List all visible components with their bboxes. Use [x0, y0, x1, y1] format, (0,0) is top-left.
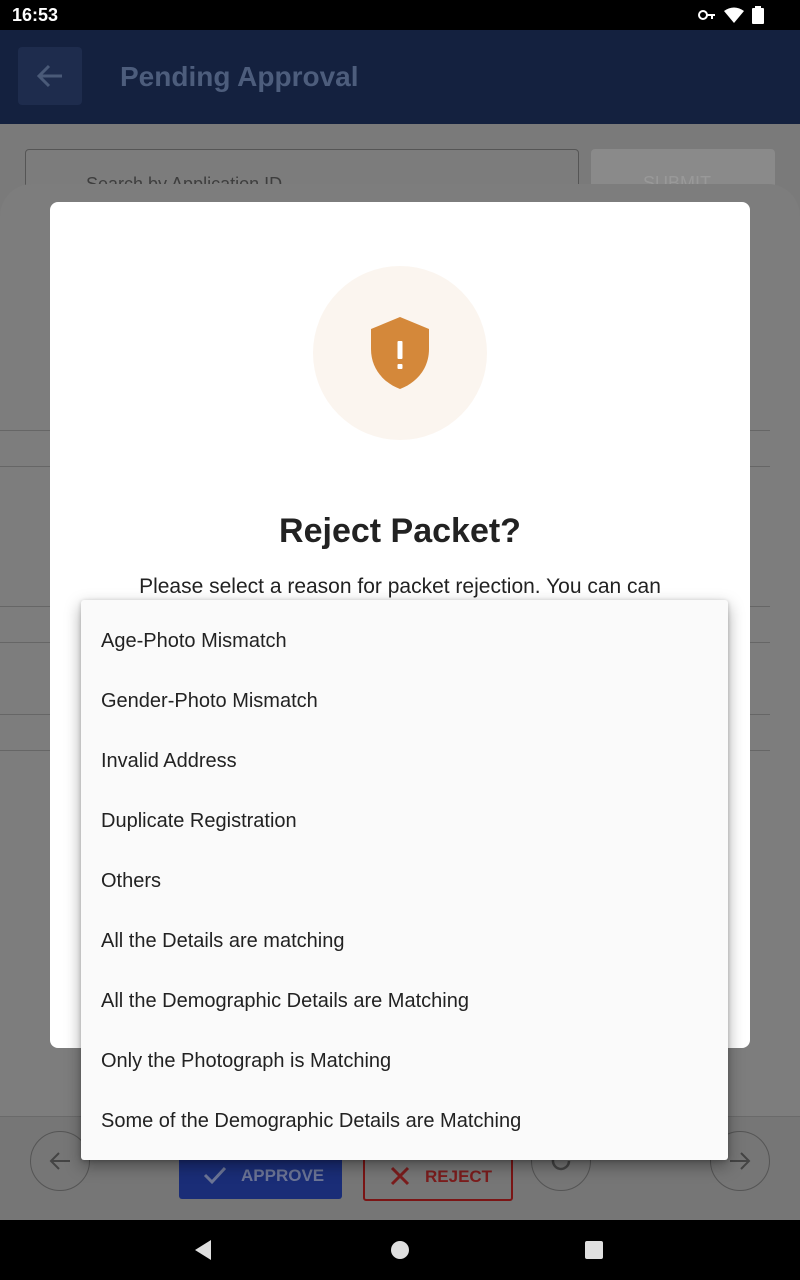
shield-alert-icon — [371, 317, 429, 389]
dialog-message: Please select a reason for packet reject… — [139, 575, 661, 598]
arrow-left-icon — [49, 1152, 70, 1170]
reason-option[interactable]: Duplicate Registration — [81, 780, 728, 840]
reason-option[interactable]: Only the Photograph is Matching — [81, 1020, 728, 1080]
approve-label: APPROVE — [241, 1166, 325, 1185]
system-nav-bar — [0, 1220, 800, 1280]
wifi-icon — [724, 7, 744, 28]
reason-option[interactable]: Some of the Demographic Details are Matc… — [81, 1080, 728, 1140]
reason-option[interactable]: Age-Photo Mismatch — [81, 600, 728, 660]
back-button[interactable] — [18, 47, 82, 105]
reject-label: REJECT — [425, 1167, 493, 1186]
close-icon — [390, 1166, 410, 1186]
nav-recents-icon[interactable] — [585, 1241, 603, 1259]
vpn-key-icon — [698, 8, 716, 27]
arrow-right-icon — [730, 1152, 751, 1170]
reason-option[interactable]: Others — [81, 840, 728, 900]
app-bar: Pending Approval — [0, 30, 800, 124]
reason-option[interactable]: All the Details are matching — [81, 900, 728, 960]
arrow-back-icon — [36, 64, 62, 88]
dialog-icon-badge — [313, 266, 487, 440]
dialog-title: Reject Packet? — [279, 512, 521, 550]
page-title: Pending Approval — [120, 61, 359, 92]
reason-option[interactable]: All the Demographic Details are Matching — [81, 960, 728, 1020]
battery-icon — [752, 6, 764, 29]
nav-back-icon[interactable] — [193, 1240, 213, 1260]
check-icon — [203, 1166, 227, 1185]
status-time: 16:53 — [12, 5, 59, 25]
rejection-reason-menu: Age-Photo Mismatch Gender-Photo Mismatch… — [81, 600, 728, 1160]
status-bar: 16:53 — [0, 0, 800, 30]
reason-option[interactable]: Invalid Address — [81, 720, 728, 780]
reason-option[interactable]: Gender-Photo Mismatch — [81, 660, 728, 720]
nav-home-icon[interactable] — [390, 1240, 410, 1260]
